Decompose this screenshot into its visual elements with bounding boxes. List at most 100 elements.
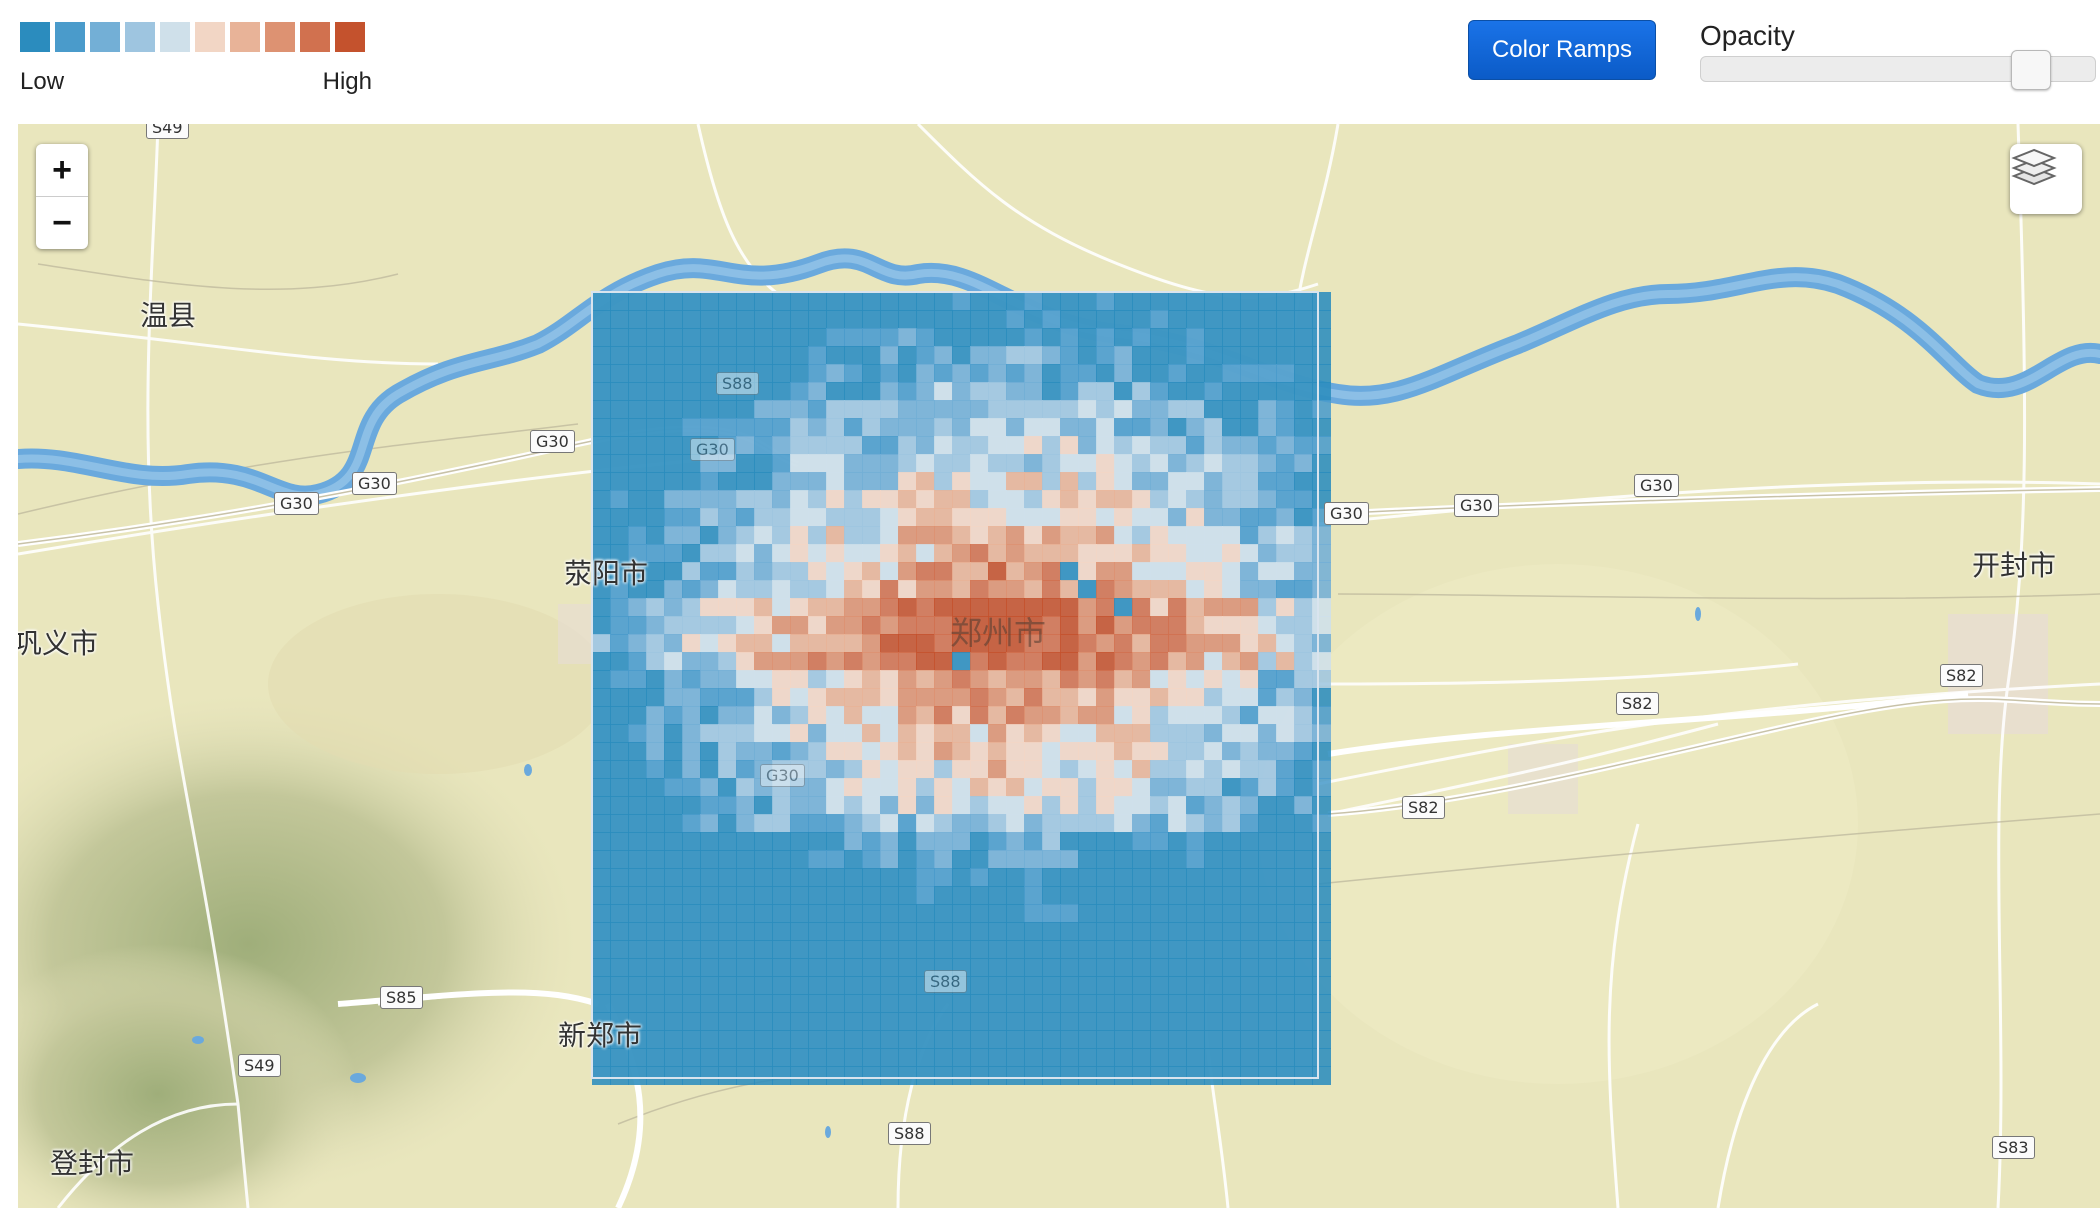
choropleth-cell	[628, 958, 647, 977]
choropleth-cell	[952, 886, 971, 905]
choropleth-cell	[1222, 472, 1241, 491]
zoom-in-button[interactable]: +	[36, 144, 88, 196]
choropleth-cell	[1006, 850, 1025, 869]
choropleth-cell	[1150, 850, 1169, 869]
choropleth-cell	[862, 778, 881, 797]
choropleth-cell	[1024, 994, 1043, 1013]
choropleth-cell	[898, 652, 917, 671]
choropleth-cell	[952, 382, 971, 401]
choropleth-cell	[1204, 868, 1223, 887]
road-shield: G30	[1634, 474, 1679, 497]
choropleth-cell	[988, 958, 1007, 977]
choropleth-cell	[1276, 490, 1295, 509]
choropleth-cell	[1150, 1030, 1169, 1049]
choropleth-cell	[1042, 454, 1061, 473]
choropleth-cell	[1096, 1030, 1115, 1049]
choropleth-cell	[1222, 760, 1241, 779]
choropleth-cell	[1060, 742, 1079, 761]
choropleth-cell	[1294, 490, 1313, 509]
choropleth-cell	[1114, 1030, 1133, 1049]
choropleth-cell	[988, 742, 1007, 761]
opacity-slider-thumb[interactable]	[2011, 50, 2052, 90]
choropleth-cell	[1042, 670, 1061, 689]
choropleth-cell	[1186, 688, 1205, 707]
choropleth-cell	[880, 724, 899, 743]
choropleth-cell	[1006, 1012, 1025, 1031]
choropleth-cell	[1042, 652, 1061, 671]
choropleth-cell	[1222, 580, 1241, 599]
choropleth-cell	[1006, 760, 1025, 779]
choropleth-cell	[664, 796, 683, 815]
choropleth-cell	[1006, 526, 1025, 545]
choropleth-cell	[1294, 868, 1313, 887]
choropleth-cell	[988, 976, 1007, 995]
zoom-out-button[interactable]: −	[36, 196, 88, 249]
choropleth-cell	[1240, 868, 1259, 887]
choropleth-cell	[664, 328, 683, 347]
choropleth-cell	[1186, 976, 1205, 995]
choropleth-cell	[952, 670, 971, 689]
choropleth-cell	[664, 1012, 683, 1031]
choropleth-cell	[1132, 958, 1151, 977]
choropleth-cell	[754, 814, 773, 833]
choropleth-cell	[844, 292, 863, 311]
choropleth-cell	[1078, 544, 1097, 563]
choropleth-cell	[1114, 598, 1133, 617]
choropleth-cell	[934, 688, 953, 707]
choropleth-cell	[1132, 904, 1151, 923]
choropleth-cell	[736, 670, 755, 689]
choropleth-cell	[664, 832, 683, 851]
choropleth-cell	[718, 1066, 737, 1085]
choropleth-cell	[808, 850, 827, 869]
choropleth-cell	[1024, 832, 1043, 851]
choropleth-cell	[664, 1048, 683, 1067]
choropleth-cell	[1294, 634, 1313, 653]
choropleth-cell	[1294, 832, 1313, 851]
choropleth-cell	[1168, 760, 1187, 779]
choropleth-cell	[1276, 796, 1295, 815]
layers-control-button[interactable]	[2010, 144, 2082, 214]
choropleth-cell	[988, 796, 1007, 815]
choropleth-cell	[898, 958, 917, 977]
choropleth-cell	[790, 400, 809, 419]
choropleth-cell	[718, 544, 737, 563]
choropleth-cell	[1042, 436, 1061, 455]
choropleth-cell	[1222, 994, 1241, 1013]
choropleth-cell	[1078, 814, 1097, 833]
choropleth-cell	[1060, 436, 1079, 455]
choropleth-cell	[646, 382, 665, 401]
choropleth-cell	[934, 706, 953, 725]
color-ramps-button[interactable]: Color Ramps	[1468, 20, 1656, 80]
choropleth-cell	[862, 634, 881, 653]
choropleth-cell	[592, 670, 611, 689]
choropleth-cell	[1060, 310, 1079, 329]
choropleth-cell	[970, 922, 989, 941]
choropleth-cell	[1312, 544, 1331, 563]
choropleth-cell	[934, 1048, 953, 1067]
choropleth-cell	[826, 760, 845, 779]
choropleth-cell	[1186, 346, 1205, 365]
choropleth-cell	[664, 940, 683, 959]
choropleth-cell	[1150, 886, 1169, 905]
map-view[interactable]: 温县 荥阳市 巩义市 郑州市 开封市 新郑市 登封市 S49 G30 G30 G…	[18, 124, 2100, 1208]
choropleth-cell	[1168, 724, 1187, 743]
choropleth-cell	[1024, 1066, 1043, 1085]
choropleth-cell	[862, 292, 881, 311]
choropleth-cell	[1312, 472, 1331, 491]
choropleth-cell	[1078, 832, 1097, 851]
choropleth-cell	[988, 994, 1007, 1013]
choropleth-cell	[610, 508, 629, 527]
choropleth-cell	[592, 688, 611, 707]
choropleth-cell	[1258, 994, 1277, 1013]
choropleth-cell	[772, 346, 791, 365]
legend-swatch	[20, 22, 50, 52]
choropleth-cell	[664, 868, 683, 887]
choropleth-cell	[718, 688, 737, 707]
choropleth-cell	[682, 796, 701, 815]
choropleth-cell	[1132, 292, 1151, 311]
choropleth-cell	[628, 850, 647, 869]
choropleth-cell	[592, 778, 611, 797]
choropleth-cell	[1204, 832, 1223, 851]
choropleth-cell	[862, 688, 881, 707]
choropleth-cell	[952, 688, 971, 707]
